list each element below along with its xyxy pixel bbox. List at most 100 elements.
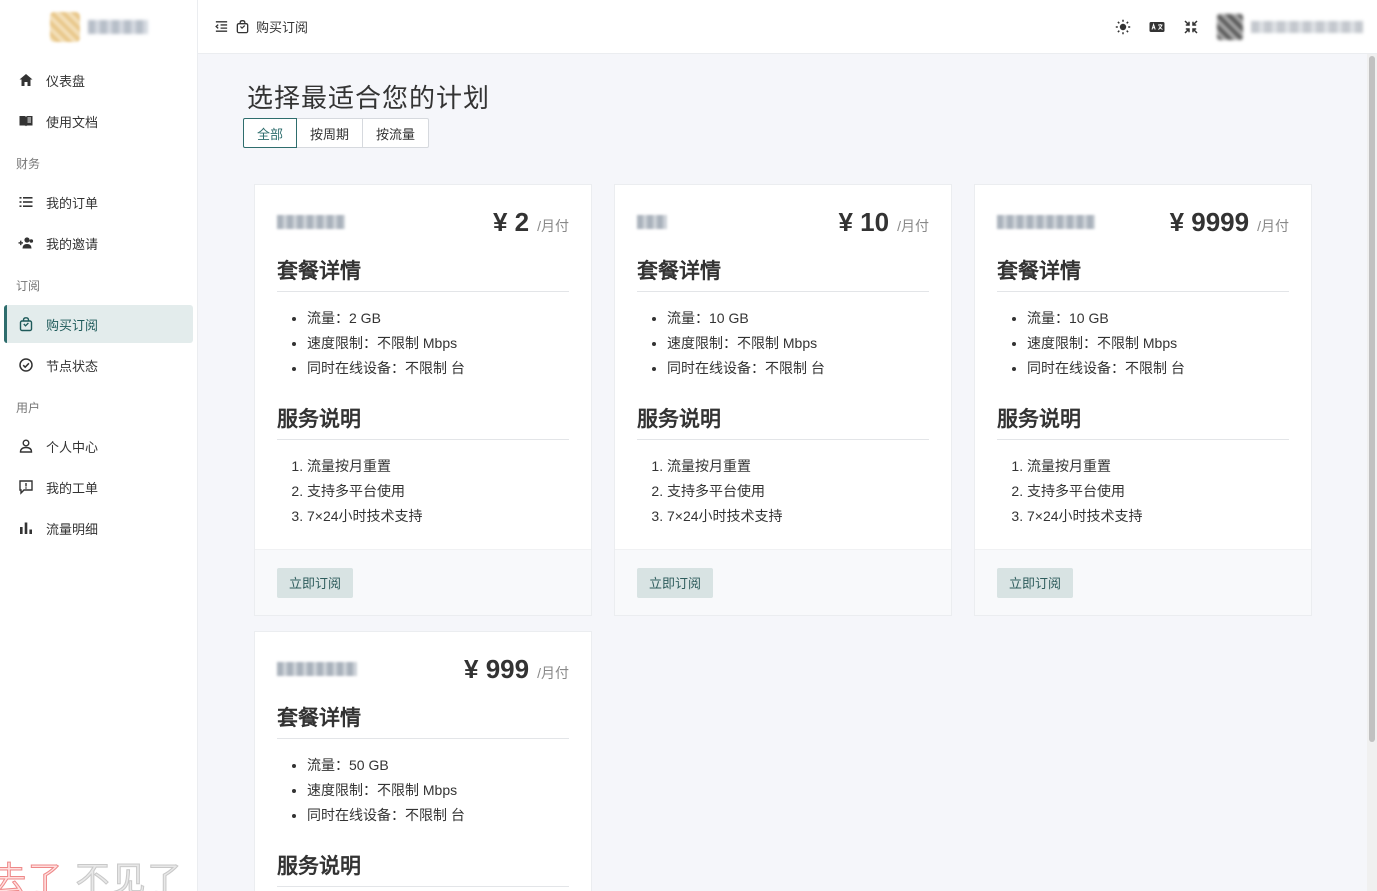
- sidebar-item-label: 个人中心: [46, 439, 99, 455]
- list-item: 速度限制：不限制 Mbps: [307, 778, 569, 803]
- avatar[interactable]: [1217, 13, 1243, 40]
- translate-icon[interactable]: [1149, 19, 1165, 35]
- sidebar-item-traffic[interactable]: 流量明细: [4, 509, 193, 547]
- plan-price: ¥ 9999: [1169, 207, 1250, 237]
- list-item: 流量按月重置: [307, 454, 569, 479]
- main-content: 选择最适合您的计划 全部 按周期 按流量 ¥ 2 /月付 套餐详情 流量：2 G…: [198, 54, 1367, 891]
- home-icon: [19, 74, 33, 86]
- sidebar-item-profile[interactable]: 个人中心: [4, 427, 193, 465]
- service-title: 服务说明: [637, 395, 929, 440]
- sidebar-item-label: 我的工单: [46, 480, 99, 496]
- plan-period: /月付: [537, 218, 569, 234]
- list-item: 同时在线设备：不限制 台: [307, 803, 569, 828]
- plan-services: 流量按月重置 支持多平台使用 7×24小时技术支持: [277, 454, 569, 529]
- sidebar-item-label: 仪表盘: [46, 73, 86, 89]
- subscribe-button[interactable]: 立即订阅: [997, 567, 1074, 598]
- page-scrollbar[interactable]: [1367, 54, 1377, 891]
- plan-name-blurred: [997, 215, 1095, 229]
- filter-all[interactable]: 全部: [243, 118, 298, 148]
- collapse-menu-icon[interactable]: [214, 19, 229, 34]
- plan-name-blurred: [637, 215, 667, 229]
- list-item: 流量按月重置: [1027, 454, 1289, 479]
- sidebar-item-label: 我的订单: [46, 195, 99, 211]
- breadcrumb-current: 购买订阅: [256, 20, 309, 35]
- list-item: 支持多平台使用: [307, 479, 569, 504]
- plan-name-blurred: [277, 215, 345, 229]
- feedback-icon: [19, 480, 33, 495]
- shopping-bag-icon: [19, 317, 33, 332]
- filter-by-period[interactable]: 按周期: [296, 118, 364, 148]
- plan-features: 流量：10 GB 速度限制：不限制 Mbps 同时在线设备：不限制 台: [637, 306, 929, 381]
- sun-icon[interactable]: [1115, 19, 1131, 35]
- sidebar-item-buy-subscription[interactable]: 购买订阅: [4, 305, 193, 343]
- list-item: 流量：10 GB: [667, 306, 929, 331]
- list-item: 同时在线设备：不限制 台: [307, 356, 569, 381]
- list-item: 7×24小时技术支持: [667, 504, 929, 529]
- list-item: 流量：10 GB: [1027, 306, 1289, 331]
- subscribe-button[interactable]: 立即订阅: [277, 567, 354, 598]
- nav-group-finance: 财务: [16, 157, 41, 171]
- top-header: 购买订阅: [198, 0, 1377, 54]
- sidebar-item-label: 流量明细: [46, 521, 99, 537]
- page-title: 选择最适合您的计划: [247, 83, 491, 113]
- sidebar-item-invites[interactable]: 我的邀请: [4, 224, 193, 262]
- list-item: 支持多平台使用: [1027, 479, 1289, 504]
- filter-by-traffic[interactable]: 按流量: [362, 118, 430, 148]
- sidebar-item-dashboard[interactable]: 仪表盘: [4, 61, 193, 99]
- shopping-bag-icon: [236, 20, 249, 34]
- plan-details-title: 套餐详情: [277, 247, 569, 292]
- sidebar-nav: 仪表盘 使用文档 财务 我的订单 我的邀请 订阅 购买订阅 节点状态 用户 个人…: [0, 54, 197, 554]
- nav-group-user: 用户: [16, 401, 41, 415]
- sidebar-item-tickets[interactable]: 我的工单: [4, 468, 193, 506]
- sidebar-item-label: 节点状态: [46, 358, 99, 374]
- list-item: 速度限制：不限制 Mbps: [667, 331, 929, 356]
- list-icon: [19, 197, 33, 207]
- list-item: 同时在线设备：不限制 台: [667, 356, 929, 381]
- bar-chart-icon: [20, 522, 32, 534]
- header-actions: [1115, 13, 1377, 40]
- sidebar-item-docs[interactable]: 使用文档: [4, 102, 193, 140]
- user-email-blurred[interactable]: [1251, 20, 1363, 33]
- plan-period: /月付: [1257, 218, 1289, 234]
- brand[interactable]: [0, 0, 197, 54]
- plan-filter-tabs: 全部 按周期 按流量: [243, 118, 430, 148]
- plan-price: ¥ 2: [492, 207, 530, 237]
- plan-features: 流量：2 GB 速度限制：不限制 Mbps 同时在线设备：不限制 台: [277, 306, 569, 381]
- service-title: 服务说明: [277, 395, 569, 440]
- plan-price: ¥ 10: [838, 207, 890, 237]
- list-item: 7×24小时技术支持: [307, 504, 569, 529]
- brand-logo: [50, 12, 80, 42]
- list-item: 支持多平台使用: [667, 479, 929, 504]
- plan-details-title: 套餐详情: [277, 694, 569, 739]
- list-item: 流量：50 GB: [307, 753, 569, 778]
- list-item: 速度限制：不限制 Mbps: [1027, 331, 1289, 356]
- nav-group-subscription: 订阅: [16, 279, 41, 293]
- plan-details-title: 套餐详情: [997, 247, 1289, 292]
- sidebar-item-label: 购买订阅: [46, 317, 99, 333]
- brand-name-blurred: [88, 20, 148, 34]
- overlay-caption-right: 不见了: [75, 861, 184, 891]
- plan-features: 流量：50 GB 速度限制：不限制 Mbps 同时在线设备：不限制 台: [277, 753, 569, 828]
- list-item: 同时在线设备：不限制 台: [1027, 356, 1289, 381]
- plan-price: ¥ 999: [464, 654, 530, 684]
- sidebar-item-node-status[interactable]: 节点状态: [4, 346, 193, 384]
- fullscreen-icon[interactable]: [1183, 19, 1199, 35]
- plan-period: /月付: [537, 665, 569, 681]
- plan-card: ¥ 999 /月付 套餐详情 流量：50 GB 速度限制：不限制 Mbps 同时…: [254, 631, 592, 891]
- user-plus-icon: [18, 237, 34, 249]
- user-icon: [19, 439, 33, 453]
- plan-card: ¥ 9999 /月付 套餐详情 流量：10 GB 速度限制：不限制 Mbps 同…: [974, 184, 1312, 616]
- subscribe-button[interactable]: 立即订阅: [637, 567, 714, 598]
- book-icon: [19, 116, 33, 127]
- sidebar-item-orders[interactable]: 我的订单: [4, 183, 193, 221]
- sidebar: 仪表盘 使用文档 财务 我的订单 我的邀请 订阅 购买订阅 节点状态 用户 个人…: [0, 0, 198, 891]
- sidebar-item-label: 我的邀请: [46, 236, 99, 252]
- plan-features: 流量：10 GB 速度限制：不限制 Mbps 同时在线设备：不限制 台: [997, 306, 1289, 381]
- plan-services: 流量按月重置 支持多平台使用 7×24小时技术支持: [637, 454, 929, 529]
- breadcrumb: 购买订阅: [198, 17, 308, 36]
- overlay-caption: 去了 不见了: [0, 852, 183, 891]
- list-item: 流量按月重置: [667, 454, 929, 479]
- plan-card: ¥ 10 /月付 套餐详情 流量：10 GB 速度限制：不限制 Mbps 同时在…: [614, 184, 952, 616]
- list-item: 7×24小时技术支持: [1027, 504, 1289, 529]
- scrollbar-thumb[interactable]: [1369, 56, 1375, 742]
